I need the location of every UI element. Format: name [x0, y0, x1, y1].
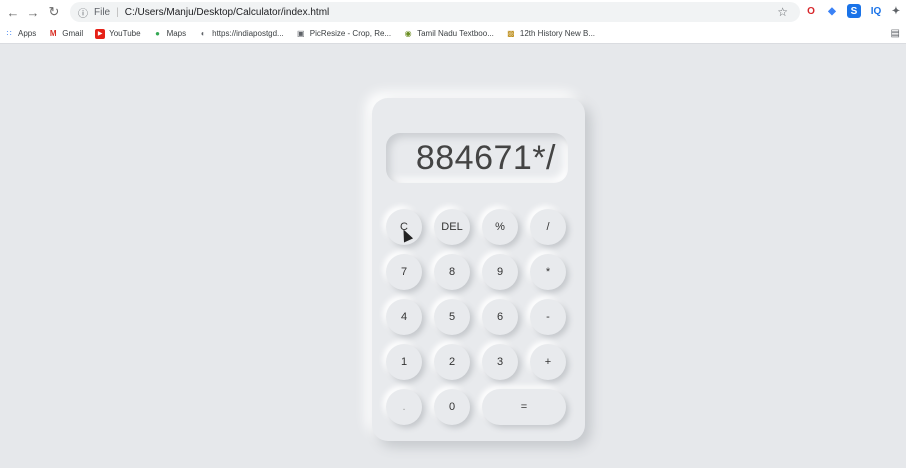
apps-grid-icon: ∷ — [6, 29, 12, 38]
bookmark-label: 12th History New B... — [519, 29, 596, 38]
bookmark-label: Apps — [18, 29, 37, 38]
digit-9-button[interactable]: 9 — [482, 254, 518, 290]
bookmark-label: Tamil Nadu Textboo... — [417, 29, 494, 38]
bookmark-label: PicResize - Crop, Re... — [309, 29, 392, 38]
bookmark-apps[interactable]: ∷ Apps — [4, 29, 36, 39]
percent-button[interactable]: % — [482, 209, 518, 245]
youtube-icon: ▶ — [95, 28, 106, 39]
equals-button[interactable]: = — [482, 389, 566, 425]
bookmark-12th-history[interactable]: ▩ 12th History New B... — [506, 29, 595, 39]
bookmarks-bar: ∷ Apps M Gmail ▶ YouTube ● Maps ◐ https:… — [0, 24, 906, 44]
forward-button[interactable]: → — [22, 1, 44, 23]
decimal-button[interactable]: . — [386, 389, 422, 425]
digit-4-button[interactable]: 4 — [386, 299, 422, 335]
bookmark-picresize[interactable]: ▣ PicResize - Crop, Re... — [296, 29, 391, 39]
picresize-icon: ▣ — [296, 29, 305, 38]
bookmark-label: Gmail — [62, 29, 84, 38]
screenshot-extension-icon[interactable]: S — [847, 4, 861, 18]
gem-extension-icon[interactable]: ◆ — [825, 4, 839, 18]
plus-button[interactable]: + — [530, 344, 566, 380]
iq-extension-icon[interactable]: IQ — [869, 4, 883, 18]
bookmark-tn-textbook[interactable]: ◉ Tamil Nadu Textboo... — [403, 29, 494, 39]
bookmark-indiapost[interactable]: ◐ https://indiapostgd... — [198, 29, 284, 39]
gmail-icon: M — [49, 29, 57, 38]
url-text[interactable]: C:/Users/Manju/Desktop/Calculator/index.… — [125, 7, 330, 18]
puzzle-extensions-icon[interactable]: ✦ — [889, 4, 903, 18]
digit-3-button[interactable]: 3 — [482, 344, 518, 380]
arrow-left-icon: ← — [6, 4, 20, 20]
reload-icon: ↻ — [48, 4, 60, 19]
arrow-right-icon: → — [26, 4, 40, 20]
maps-icon: ● — [155, 29, 160, 38]
globe-icon: ◐ — [200, 29, 206, 38]
file-scheme-label: File — [94, 6, 111, 18]
digit-1-button[interactable]: 1 — [386, 344, 422, 380]
multiply-button[interactable]: * — [530, 254, 566, 290]
bookmark-label: Maps — [166, 29, 187, 38]
calculator-display: 884671*/ — [386, 133, 568, 183]
bookmark-youtube[interactable]: ▶ YouTube — [95, 28, 141, 39]
divide-button[interactable]: / — [530, 209, 566, 245]
digit-5-button[interactable]: 5 — [434, 299, 470, 335]
info-icon: ⓘ — [78, 8, 88, 20]
tn-emblem-icon: ◉ — [404, 29, 412, 38]
opera-icon[interactable]: O — [804, 4, 818, 18]
bookmark-maps[interactable]: ● Maps — [153, 29, 187, 39]
minus-button[interactable]: - — [530, 299, 566, 335]
delete-button[interactable]: DEL — [434, 209, 470, 245]
digit-6-button[interactable]: 6 — [482, 299, 518, 335]
address-bar[interactable]: ⓘ File | C:/Users/Manju/Desktop/Calculat… — [70, 2, 800, 22]
calculator: 884671*/ C DEL % / 7 8 9 * 4 5 6 - 1 2 3… — [372, 98, 585, 441]
reload-button[interactable]: ↻ — [43, 1, 65, 23]
back-button[interactable]: ← — [2, 1, 24, 23]
bookmark-star-icon[interactable]: ☆ — [777, 5, 788, 19]
reading-list-icon[interactable]: ▤ — [891, 28, 900, 39]
page-viewport: 884671*/ C DEL % / 7 8 9 * 4 5 6 - 1 2 3… — [0, 45, 906, 468]
browser-toolbar: ← → ↻ ⓘ File | C:/Users/Manju/Desktop/Ca… — [0, 0, 906, 24]
digit-8-button[interactable]: 8 — [434, 254, 470, 290]
bookmark-label: YouTube — [109, 29, 141, 38]
digit-2-button[interactable]: 2 — [434, 344, 470, 380]
digit-0-button[interactable]: 0 — [434, 389, 470, 425]
bookmark-label: https://indiapostgd... — [212, 29, 284, 38]
separator: | — [116, 6, 119, 18]
book-icon: ▩ — [507, 29, 515, 38]
digit-7-button[interactable]: 7 — [386, 254, 422, 290]
bookmark-gmail[interactable]: M Gmail — [48, 29, 83, 39]
